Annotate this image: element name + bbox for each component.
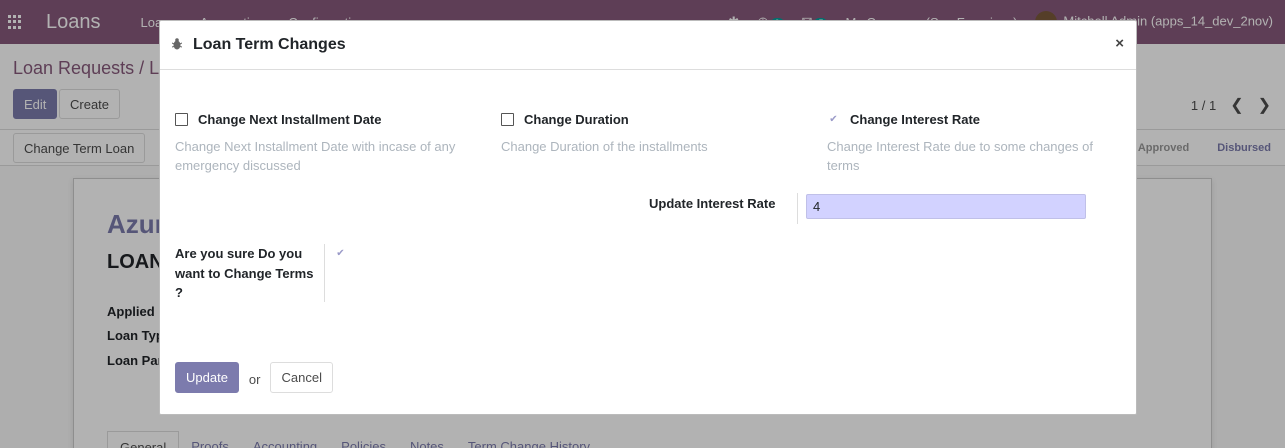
cancel-button[interactable]: Cancel xyxy=(270,362,333,393)
option-label[interactable]: Change Interest Rate xyxy=(850,112,980,127)
option-help: Change Interest Rate due to some changes… xyxy=(827,139,1093,173)
loan-term-changes-dialog: Loan Term Changes × Change Next Installm… xyxy=(159,20,1137,415)
change-interest-rate-checkbox[interactable]: ✔ xyxy=(827,113,840,126)
change-next-installment-date-checkbox[interactable] xyxy=(175,113,188,126)
option-label[interactable]: Change Duration xyxy=(524,112,629,127)
option-help: Change Duration of the installments xyxy=(501,139,708,154)
or-text: or xyxy=(248,371,261,387)
modal-title: Loan Term Changes xyxy=(193,36,346,53)
confirm-checkbox[interactable]: ✔ xyxy=(334,247,347,260)
update-interest-rate-input[interactable] xyxy=(806,194,1086,219)
confirm-label: Are you sure Do you want to Change Terms… xyxy=(175,246,314,300)
field-separator xyxy=(324,244,325,302)
modal-footer: Update or Cancel xyxy=(175,362,333,393)
update-button[interactable]: Update xyxy=(175,362,239,393)
option-label[interactable]: Change Next Installment Date xyxy=(198,112,382,127)
option-help: Change Next Installment Date with incase… xyxy=(175,139,456,173)
change-duration-checkbox[interactable] xyxy=(501,113,514,126)
bug-icon xyxy=(172,38,182,50)
update-interest-rate-label: Update Interest Rate xyxy=(649,196,776,211)
modal-header: Loan Term Changes × xyxy=(160,21,1136,70)
close-icon[interactable]: × xyxy=(1115,35,1124,52)
field-separator xyxy=(797,193,798,224)
